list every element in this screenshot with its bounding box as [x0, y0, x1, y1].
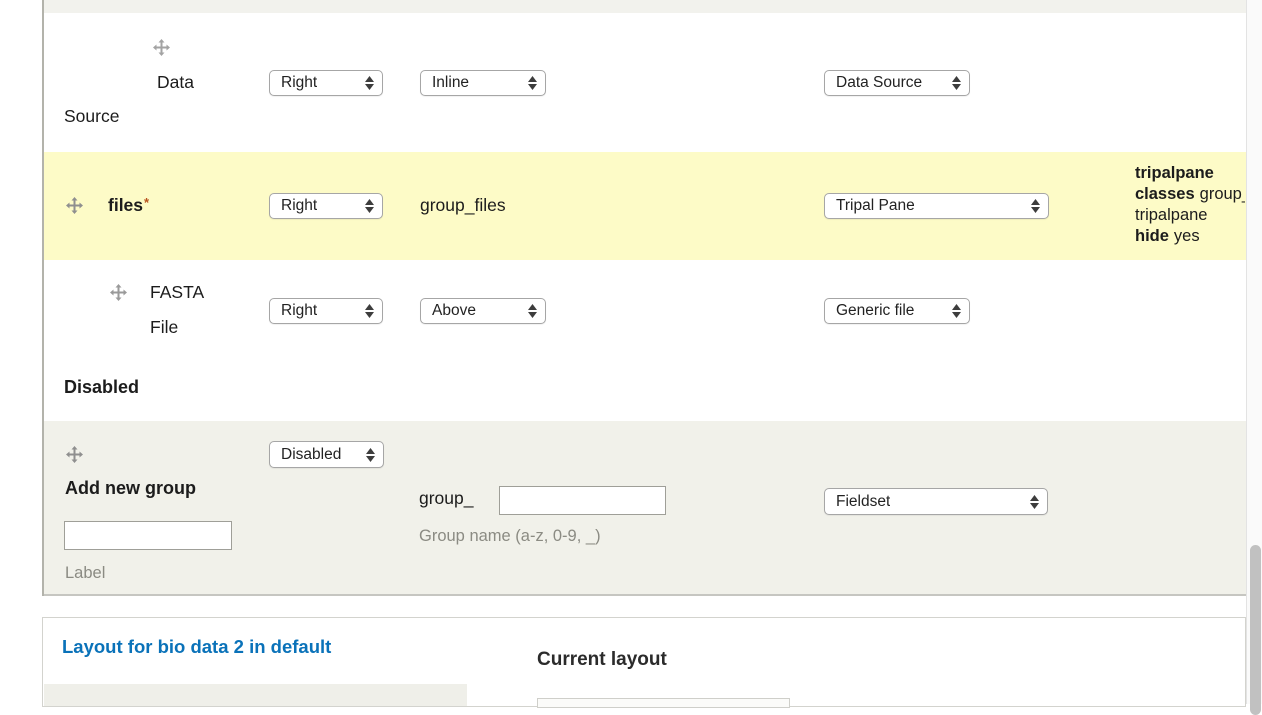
field-label-line: Source — [64, 106, 119, 126]
add-new-group-title: Add new group — [65, 478, 196, 499]
current-layout-heading: Current layout — [537, 649, 667, 671]
group-machine-name: group_files — [420, 195, 506, 215]
select-arrows-icon — [1031, 199, 1040, 213]
group-name-caption: Group name (a-z, 0-9, _) — [419, 527, 601, 546]
layout-region-box — [44, 684, 467, 706]
field-label-line: Data — [157, 72, 194, 92]
add-new-group-row: Disabled Add new group Label group_ Grou… — [44, 421, 1248, 596]
format-select[interactable]: Inline — [420, 70, 546, 96]
required-marker: * — [144, 195, 149, 210]
region-select[interactable]: Disabled — [269, 441, 384, 468]
format-select[interactable]: Above — [420, 298, 546, 324]
group-label-input[interactable] — [64, 521, 232, 550]
select-arrows-icon — [952, 76, 961, 90]
widget-select[interactable]: Generic file — [824, 298, 970, 324]
group-name-input[interactable] — [499, 486, 666, 515]
select-arrows-icon — [1030, 495, 1039, 509]
drag-handle-icon[interactable] — [110, 284, 127, 301]
select-arrows-icon — [528, 304, 537, 318]
field-label: files* — [108, 195, 149, 215]
drag-handle-icon[interactable] — [66, 446, 83, 463]
select-arrows-icon — [528, 76, 537, 90]
group-format-summary: tripalpane classesgroup_files tripalpane… — [1135, 163, 1245, 249]
label-caption: Label — [65, 564, 105, 583]
widget-select[interactable]: Data Source — [824, 70, 970, 96]
previous-row-partial — [44, 0, 1248, 13]
field-display-table: Data Source Right Inline Data Source — [42, 0, 1248, 596]
field-row-fasta-file: FASTA File Right Above Generic file Disa… — [44, 260, 1248, 421]
label-position-select[interactable]: Right — [269, 298, 383, 324]
field-row-files: files* Right group_files Tripal Pane — [44, 152, 1248, 260]
widget-select[interactable]: Tripal Pane — [824, 193, 1049, 219]
field-row-data-source: Data Source Right Inline Data Source — [44, 13, 1248, 152]
field-label-line: FASTA — [150, 282, 204, 302]
select-arrows-icon — [952, 304, 961, 318]
label-position-select[interactable]: Right — [269, 193, 383, 219]
vertical-scrollbar-thumb[interactable] — [1250, 545, 1261, 715]
drag-handle-icon[interactable] — [153, 39, 170, 56]
select-arrows-icon — [365, 76, 374, 90]
select-arrows-icon — [365, 199, 374, 213]
field-label-line: File — [150, 317, 178, 337]
label-position-select[interactable]: Right — [269, 70, 383, 96]
drag-handle-icon[interactable] — [66, 197, 83, 214]
layout-panel-heading[interactable]: Layout for bio data 2 in default — [62, 636, 331, 658]
group-name-prefix: group_ — [419, 488, 474, 508]
disabled-region-heading: Disabled — [64, 377, 139, 398]
format-select[interactable]: Fieldset — [824, 488, 1048, 515]
select-arrows-icon — [365, 304, 374, 318]
current-layout-preview-box — [537, 698, 790, 708]
select-arrows-icon — [366, 448, 375, 462]
